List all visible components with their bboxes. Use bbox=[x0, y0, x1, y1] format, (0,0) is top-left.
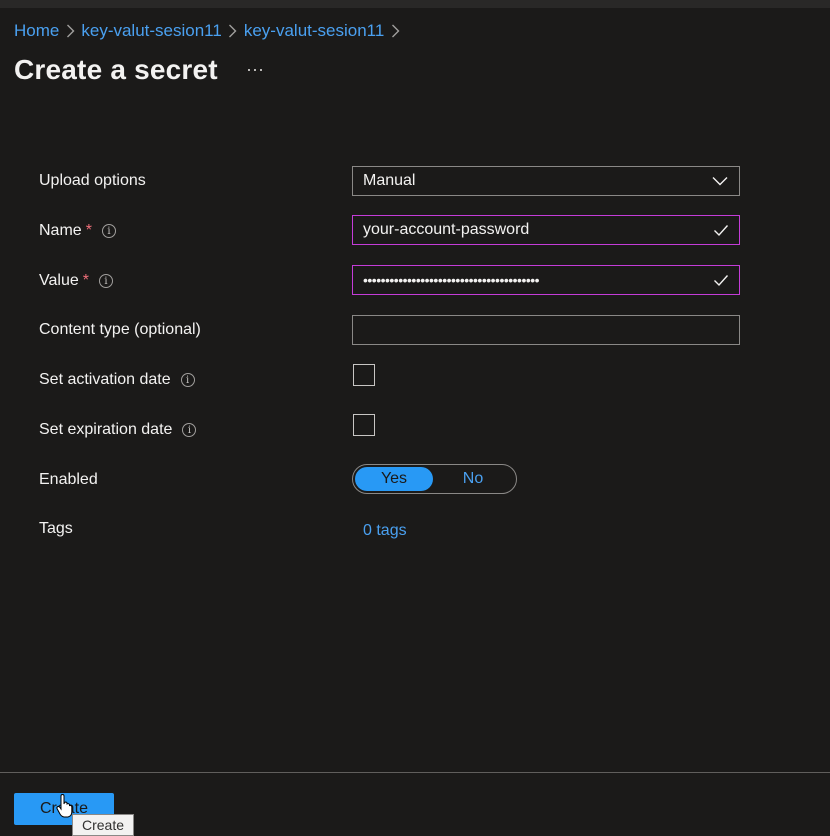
enabled-option-yes[interactable]: Yes bbox=[355, 467, 433, 491]
value-label-text: Value bbox=[39, 272, 79, 289]
value-label: Value * i bbox=[39, 269, 113, 293]
chevron-right-icon bbox=[384, 24, 406, 38]
breadcrumb-home[interactable]: Home bbox=[14, 21, 59, 41]
upload-options-value: Manual bbox=[363, 172, 416, 189]
expiration-date-label-text: Set expiration date bbox=[39, 421, 173, 438]
info-icon[interactable]: i bbox=[180, 373, 195, 387]
create-tooltip: Create bbox=[72, 814, 135, 836]
chevron-right-icon bbox=[222, 24, 244, 38]
expiration-date-label: Set expiration date i bbox=[39, 418, 197, 442]
tags-link[interactable]: 0 tags bbox=[363, 522, 407, 540]
info-icon[interactable]: i bbox=[101, 224, 116, 238]
checkmark-icon bbox=[713, 222, 729, 238]
name-label: Name * i bbox=[39, 219, 116, 243]
required-asterisk: * bbox=[85, 222, 92, 239]
upload-options-label: Upload options bbox=[39, 169, 146, 193]
activation-date-label: Set activation date i bbox=[39, 368, 195, 392]
enabled-label: Enabled bbox=[39, 468, 98, 492]
breadcrumb-keyvault-secrets[interactable]: key-valut-sesion11 bbox=[244, 21, 384, 41]
name-input[interactable]: your-account-password bbox=[352, 215, 740, 245]
activation-date-label-text: Set activation date bbox=[39, 371, 171, 388]
chevron-right-icon bbox=[59, 24, 81, 38]
upload-options-dropdown[interactable]: Manual bbox=[352, 166, 740, 196]
enabled-option-no[interactable]: No bbox=[433, 467, 513, 491]
content-type-label-text: Content type (optional) bbox=[39, 321, 201, 338]
upload-options-label-text: Upload options bbox=[39, 172, 146, 189]
enabled-toggle[interactable]: Yes No bbox=[352, 464, 517, 494]
value-input[interactable]: •••••••••••••••••••••••••••••••••••••••• bbox=[352, 265, 740, 295]
tags-label-text: Tags bbox=[39, 520, 73, 537]
required-asterisk: * bbox=[82, 272, 89, 289]
value-input-masked: •••••••••••••••••••••••••••••••••••••••• bbox=[363, 272, 540, 288]
name-label-text: Name bbox=[39, 222, 82, 239]
breadcrumb: Home key-valut-sesion11 key-valut-sesion… bbox=[14, 20, 406, 42]
info-icon[interactable]: i bbox=[182, 423, 197, 437]
page-title: Create a secret bbox=[14, 54, 218, 85]
top-bar bbox=[0, 0, 830, 8]
breadcrumb-keyvault[interactable]: key-valut-sesion11 bbox=[81, 21, 221, 41]
checkmark-icon bbox=[713, 272, 729, 288]
content-type-label: Content type (optional) bbox=[39, 318, 201, 342]
chevron-down-icon bbox=[711, 172, 729, 190]
name-input-value: your-account-password bbox=[363, 221, 530, 238]
info-icon[interactable]: i bbox=[98, 274, 113, 288]
footer-divider bbox=[0, 772, 830, 773]
expiration-date-checkbox[interactable] bbox=[353, 414, 375, 436]
content-type-input[interactable] bbox=[352, 315, 740, 345]
activation-date-checkbox[interactable] bbox=[353, 364, 375, 386]
tags-label: Tags bbox=[39, 517, 73, 541]
enabled-label-text: Enabled bbox=[39, 471, 98, 488]
more-options-icon[interactable]: ··· bbox=[244, 58, 266, 80]
